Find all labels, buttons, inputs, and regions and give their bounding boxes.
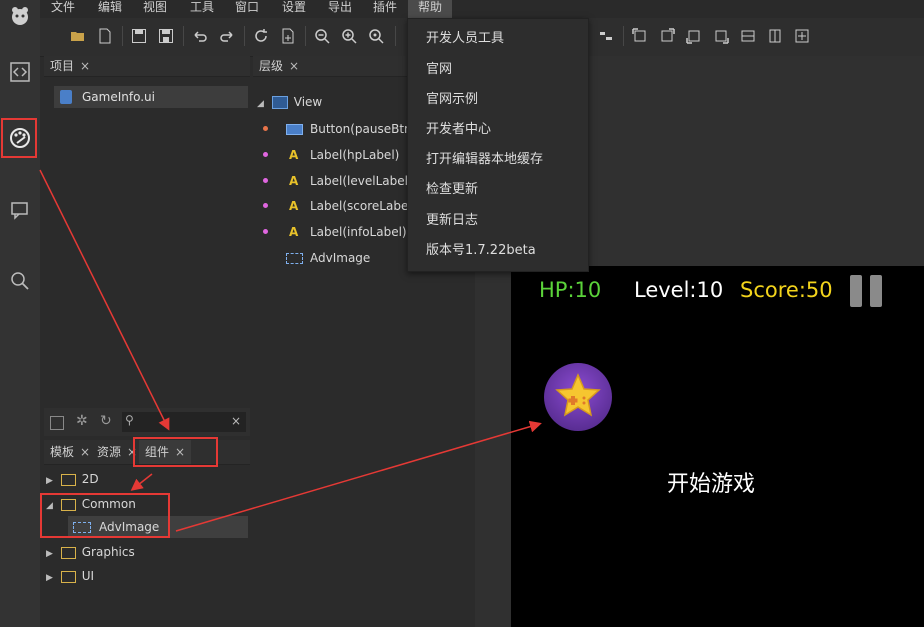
- arrow-palette-to-components: [39, 169, 170, 431]
- arrow-components-to-common: [130, 473, 153, 491]
- arrow-advimage-to-scene: [175, 420, 542, 532]
- annotation-arrows: [39, 169, 542, 532]
